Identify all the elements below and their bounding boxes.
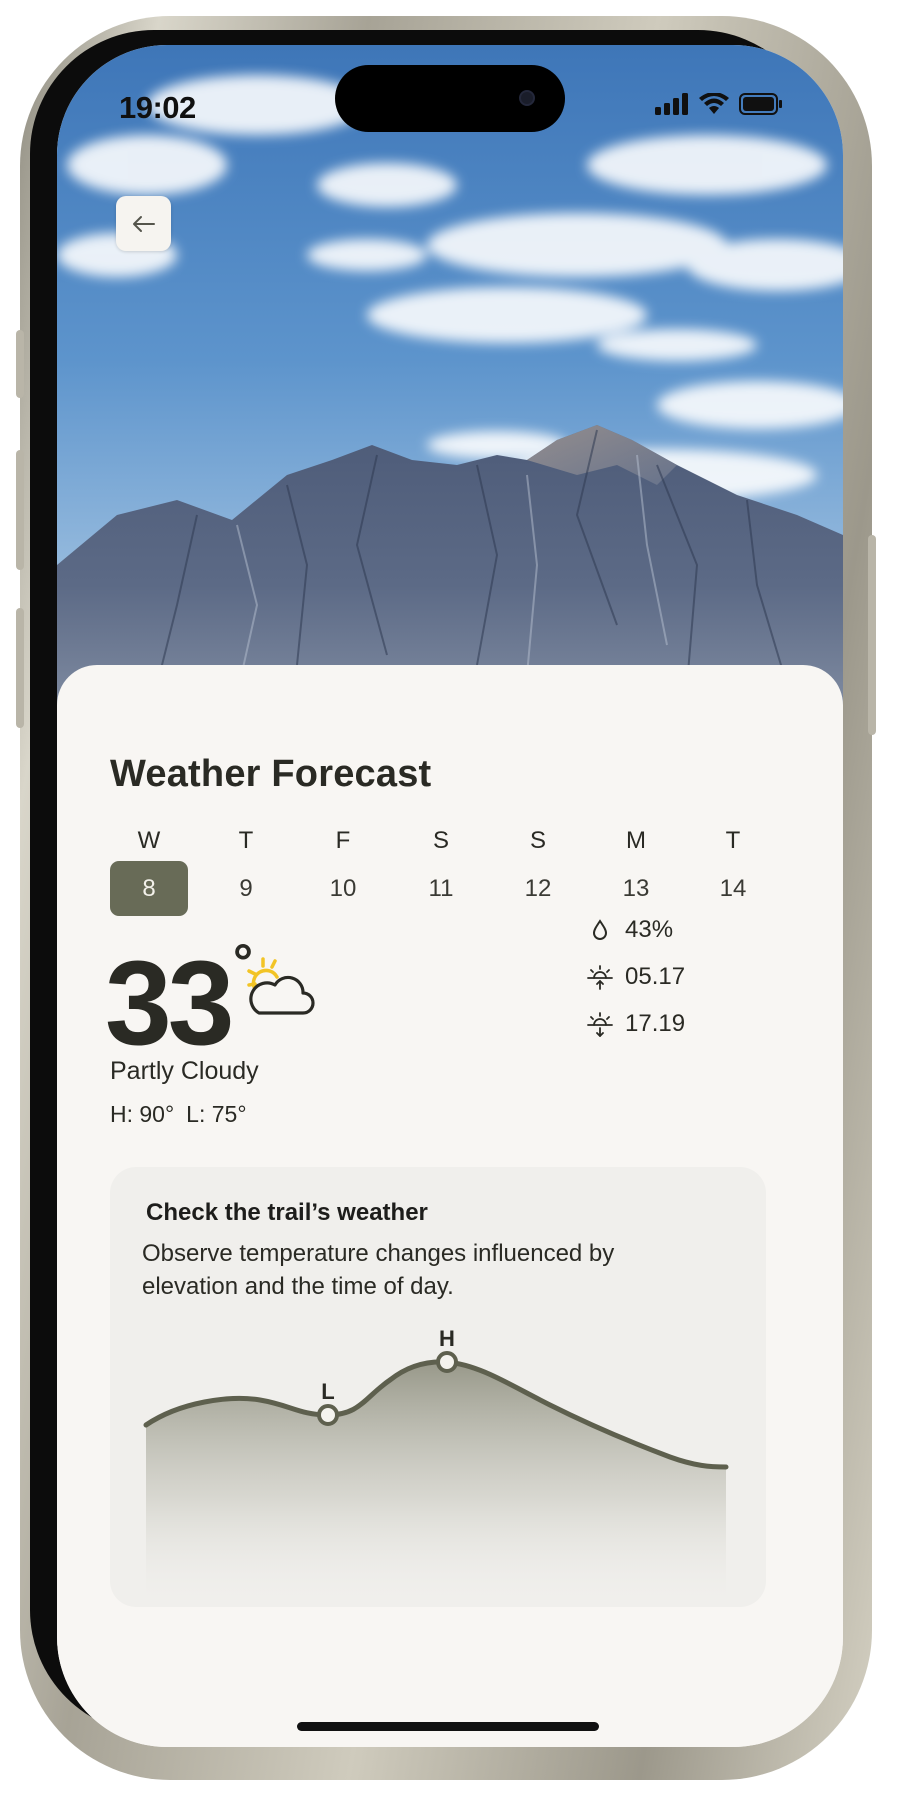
high-low-temps: H: 90° L: 75° [110, 1101, 259, 1128]
day-letter: T [238, 827, 254, 854]
sunset-value: 17.19 [625, 1010, 686, 1037]
day-letter: W [137, 827, 161, 854]
back-button[interactable] [116, 196, 171, 251]
day-date[interactable]: 9 [207, 861, 285, 916]
power-button [868, 535, 876, 735]
high-point-marker [436, 1351, 458, 1373]
day-date[interactable]: 11 [402, 861, 480, 916]
action-button [16, 330, 24, 398]
trail-card-title: Check the trail’s weather [146, 1199, 428, 1226]
humidity-value: 43% [625, 916, 674, 943]
dynamic-island [335, 65, 565, 132]
status-bar-icons [655, 93, 783, 115]
low-point-marker [317, 1404, 339, 1426]
arrow-left-icon [132, 215, 155, 232]
volume-up-button [16, 450, 24, 570]
day-letter: S [529, 827, 546, 854]
phone-screen: 19:02 Weather Forecast W 8 T 9 F 10 S 11… [57, 45, 843, 1747]
day-letter: S [432, 827, 449, 854]
day-selector: W 8 T 9 F 10 S 11 S 12 M 13 T 14 [110, 827, 746, 916]
trail-temperature-chart: L H [143, 1326, 729, 1607]
day-date[interactable]: 14 [694, 861, 772, 916]
day-item[interactable]: S 11 [402, 827, 480, 907]
day-date[interactable]: 12 [499, 861, 577, 916]
day-item[interactable]: S 12 [499, 827, 577, 907]
hero-mountain-image: 19:02 [57, 45, 843, 745]
forecast-sheet: Weather Forecast W 8 T 9 F 10 S 11 S 12 [57, 665, 843, 1747]
day-date-selected[interactable]: 8 [110, 861, 188, 916]
sunset-icon [585, 1009, 615, 1039]
wifi-icon [699, 93, 729, 114]
camera-icon [519, 90, 535, 106]
condition-label: Partly Cloudy [110, 1057, 259, 1085]
sunset-stat: 17.19 [585, 1009, 685, 1039]
battery-icon [739, 93, 782, 115]
day-letter: F [335, 827, 351, 854]
day-letter: T [725, 827, 741, 854]
home-indicator[interactable] [297, 1722, 599, 1731]
droplet-icon [585, 915, 615, 945]
day-letter: M [626, 827, 646, 854]
day-item[interactable]: M 13 [597, 827, 675, 907]
day-item[interactable]: W 8 [110, 827, 188, 916]
partly-cloudy-icon [247, 957, 315, 1015]
day-item[interactable]: T 14 [694, 827, 772, 907]
day-item[interactable]: F 10 [304, 827, 382, 907]
day-item[interactable]: T 9 [207, 827, 285, 907]
status-bar-time: 19:02 [119, 90, 196, 125]
day-date[interactable]: 13 [597, 861, 675, 916]
trail-card-description: Observe temperature changes influenced b… [142, 1240, 615, 1300]
current-temperature: 33 [105, 936, 234, 1070]
sunrise-stat: 05.17 [585, 962, 685, 992]
signal-icon [655, 93, 688, 115]
low-point-label: L [321, 1379, 334, 1404]
humidity-stat: 43% [585, 915, 673, 945]
trail-weather-card[interactable]: Check the trail’s weather Observe temper… [110, 1167, 766, 1607]
volume-down-button [16, 608, 24, 728]
high-temp: H: 90° [110, 1101, 175, 1127]
day-date[interactable]: 10 [304, 861, 382, 916]
sunrise-icon [585, 962, 615, 992]
high-point-label: H [439, 1326, 455, 1351]
low-temp: L: 75° [186, 1101, 247, 1127]
page-title: Weather Forecast [110, 753, 432, 795]
sunrise-value: 05.17 [625, 963, 686, 990]
